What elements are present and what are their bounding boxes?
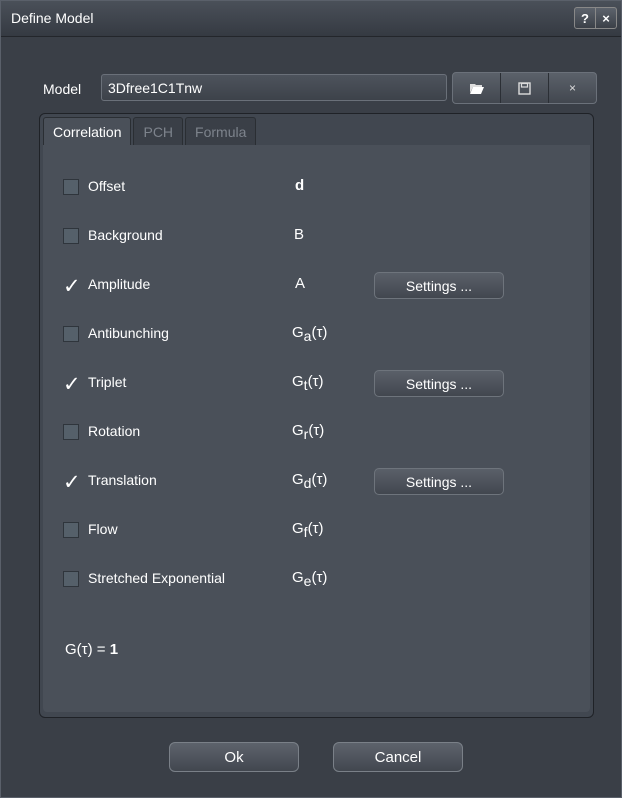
translation-checkbox[interactable]: ✓ (63, 471, 81, 494)
define-model-dialog: Define Model ? × Model × Correlation PCH… (0, 0, 622, 798)
model-file-buttons: × (452, 72, 597, 104)
background-label: Background (88, 227, 163, 243)
symbol-letter: G (292, 471, 304, 488)
translation-settings-button[interactable]: Settings ... (374, 468, 504, 495)
offset-symbol: d (295, 177, 305, 194)
cancel-button[interactable]: Cancel (333, 742, 463, 772)
correlation-tab-content: Offset d Background B ✓ Amplitude A Sett… (43, 145, 590, 712)
flow-label: Flow (88, 521, 118, 537)
stretched-exponential-checkbox[interactable] (63, 571, 79, 587)
triplet-symbol: Gt(τ) (292, 373, 323, 393)
flow-symbol: Gf(τ) (292, 520, 323, 540)
window-title: Define Model (11, 10, 94, 26)
background-symbol: B (294, 226, 305, 243)
tab-formula[interactable]: Formula (185, 117, 257, 146)
rotation-label: Rotation (88, 423, 141, 439)
rotation-symbol: Gr(τ) (292, 422, 324, 442)
close-button[interactable]: × (595, 8, 616, 28)
model-formula: G(τ) = 1 (65, 641, 118, 658)
save-model-button[interactable] (500, 73, 548, 103)
tab-correlation[interactable]: Correlation (43, 117, 132, 146)
symbol-letter: G (292, 422, 304, 439)
tab-bar: Correlation PCH Formula (43, 117, 258, 146)
stretched-exponential-symbol: Ge(τ) (292, 569, 327, 589)
help-button[interactable]: ? (575, 8, 595, 28)
symbol-tau: (τ) (308, 422, 325, 439)
symbol-tau: (τ) (307, 373, 324, 390)
symbol-letter: G (292, 373, 304, 390)
symbol-tau: (τ) (311, 324, 328, 341)
tab-pch[interactable]: PCH (133, 117, 184, 146)
checkmark-icon: ✓ (63, 373, 81, 396)
symbol-letter: G (292, 569, 304, 586)
model-label: Model (43, 81, 82, 97)
stretched-exponential-label: Stretched Exponential (88, 570, 225, 586)
folder-open-icon (469, 83, 484, 94)
delete-model-button[interactable]: × (548, 73, 596, 103)
title-bar: Define Model ? × (1, 1, 621, 37)
ok-button[interactable]: Ok (169, 742, 299, 772)
checkmark-icon: ✓ (63, 275, 81, 298)
formula-lhs: G(τ) = (65, 641, 110, 658)
antibunching-label: Antibunching (88, 325, 169, 341)
antibunching-symbol: Ga(τ) (292, 324, 327, 344)
offset-checkbox[interactable] (63, 179, 79, 195)
triplet-settings-button[interactable]: Settings ... (374, 370, 504, 397)
title-bar-buttons: ? × (574, 7, 617, 29)
symbol-tau: (τ) (307, 520, 324, 537)
formula-value: 1 (109, 641, 119, 658)
flow-checkbox[interactable] (63, 522, 79, 538)
checkmark-icon: ✓ (63, 471, 81, 494)
symbol-letter: G (292, 324, 304, 341)
save-icon (518, 81, 531, 95)
offset-label: Offset (88, 178, 126, 194)
rotation-checkbox[interactable] (63, 424, 79, 440)
symbol-letter: G (292, 520, 304, 537)
symbol-tau: (τ) (311, 569, 328, 586)
amplitude-label: Amplitude (88, 276, 151, 292)
symbol-tau: (τ) (311, 471, 328, 488)
background-checkbox[interactable] (63, 228, 79, 244)
triplet-checkbox[interactable]: ✓ (63, 373, 81, 396)
open-model-button[interactable] (453, 73, 500, 103)
translation-label: Translation (88, 472, 157, 488)
antibunching-checkbox[interactable] (63, 326, 79, 342)
triplet-label: Triplet (88, 374, 127, 390)
amplitude-symbol: A (295, 275, 306, 292)
translation-symbol: Gd(τ) (292, 471, 327, 491)
amplitude-settings-button[interactable]: Settings ... (374, 272, 504, 299)
amplitude-checkbox[interactable]: ✓ (63, 275, 81, 298)
model-name-input[interactable] (101, 74, 447, 101)
